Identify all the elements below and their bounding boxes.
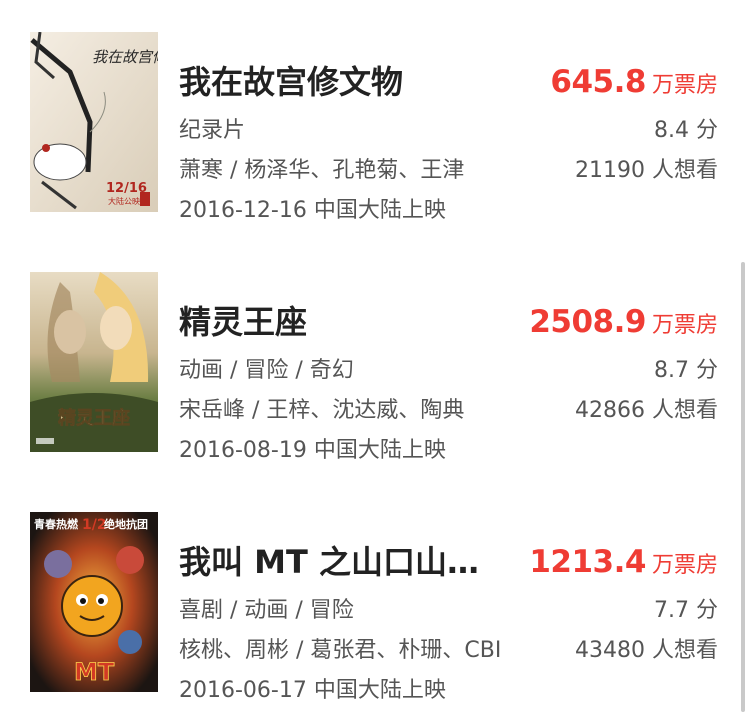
info-row-genre: 喜剧 / 动画 / 冒险 7.7 分 — [179, 594, 718, 628]
elf-poster-icon: 精灵王座 — [30, 272, 158, 452]
info-row-release: 2016-08-19 中国大陆上映 — [179, 434, 718, 468]
release-date: 2016-12-16 中国大陆上映 — [179, 198, 446, 223]
info-row-genre: 动画 / 冒险 / 奇幻 8.7 分 — [179, 354, 718, 388]
box-office-unit: 万票房 — [651, 553, 718, 578]
poster-date-sub: 大陆公映 — [108, 196, 140, 206]
release-date: 2016-06-17 中国大陆上映 — [179, 678, 446, 703]
movie-poster[interactable]: 青春热燃 1/2 绝地抗团 MT — [30, 512, 158, 692]
genre: 纪录片 — [179, 118, 246, 143]
director-cast: 核桃、周彬 / 葛张君、朴珊、CBI — [179, 638, 502, 663]
info-row-people: 核桃、周彬 / 葛张君、朴珊、CBI 43480 人想看 — [179, 634, 718, 668]
box-office-value: 2508.9 — [529, 304, 646, 340]
box-office-value: 1213.4 — [529, 544, 646, 580]
box-office: 1213.4 万票房 — [529, 542, 718, 587]
poster-logo: 精灵王座 — [58, 407, 130, 429]
movie-item[interactable]: 我在故宫修文物 12/16 大陆公映 我在故宫修文物 645.8万票房 纪录片 … — [0, 32, 750, 223]
director-cast: 萧寒 / 杨泽华、孔艳菊、王津 — [179, 158, 465, 183]
box-office: 2508.9 万票房 — [529, 302, 718, 347]
movie-title[interactable]: 我在故宫修文物 — [179, 62, 403, 102]
movie-item[interactable]: 青春热燃 1/2 绝地抗团 MT 我叫 MT 之山口山… 1213.4 万票房 喜… — [0, 512, 750, 703]
info-row-genre: 纪录片 8.4 分 — [179, 114, 718, 148]
box-office: 645.8 万票房 — [550, 62, 718, 107]
genre: 动画 / 冒险 / 奇幻 — [179, 358, 354, 383]
poster-top-text: 青春热燃 — [34, 517, 79, 531]
rating: 8.4 分 — [654, 118, 718, 143]
genre: 喜剧 / 动画 / 冒险 — [179, 598, 354, 623]
want-to-see: 42866 人想看 — [575, 398, 718, 423]
info-row-release: 2016-12-16 中国大陆上映 — [179, 194, 718, 228]
director-cast: 宋岳峰 / 王梓、沈达威、陶典 — [179, 398, 465, 423]
box-office-value: 645.8 — [550, 64, 646, 100]
box-office-unit: 万票房 — [651, 313, 718, 338]
poster-top-red: 1/2 — [82, 517, 107, 533]
box-office-unit: 万票房 — [651, 73, 718, 98]
movie-poster[interactable]: 我在故宫修文物 12/16 大陆公映 — [30, 32, 158, 212]
poster-text: 我在故宫修文物 — [92, 48, 158, 66]
want-to-see: 21190 人想看 — [575, 158, 718, 183]
movie-poster[interactable]: 精灵王座 — [30, 272, 158, 452]
movie-item[interactable]: 精灵王座 精灵王座 2508.9 万票房 动画 / 冒险 / 奇幻 8.7 分 宋… — [0, 272, 750, 463]
crane-poster-icon: 我在故宫修文物 12/16 大陆公映 — [30, 32, 158, 212]
poster-logo: MT — [74, 658, 115, 686]
movie-title[interactable]: 我叫 MT 之山口山… — [179, 542, 479, 582]
info-row-people: 宋岳峰 / 王梓、沈达威、陶典 42866 人想看 — [179, 394, 718, 428]
rating: 7.7 分 — [654, 598, 718, 623]
rating: 8.7 分 — [654, 358, 718, 383]
mt-cartoon-poster-icon: 青春热燃 1/2 绝地抗团 MT — [30, 512, 158, 692]
info-row-people: 萧寒 / 杨泽华、孔艳菊、王津 21190 人想看 — [179, 154, 718, 188]
info-row-release: 2016-06-17 中国大陆上映 — [179, 674, 718, 708]
movie-title[interactable]: 精灵王座 — [179, 302, 307, 342]
release-date: 2016-08-19 中国大陆上映 — [179, 438, 446, 463]
poster-top-text2: 绝地抗团 — [104, 517, 148, 531]
want-to-see: 43480 人想看 — [575, 638, 718, 663]
